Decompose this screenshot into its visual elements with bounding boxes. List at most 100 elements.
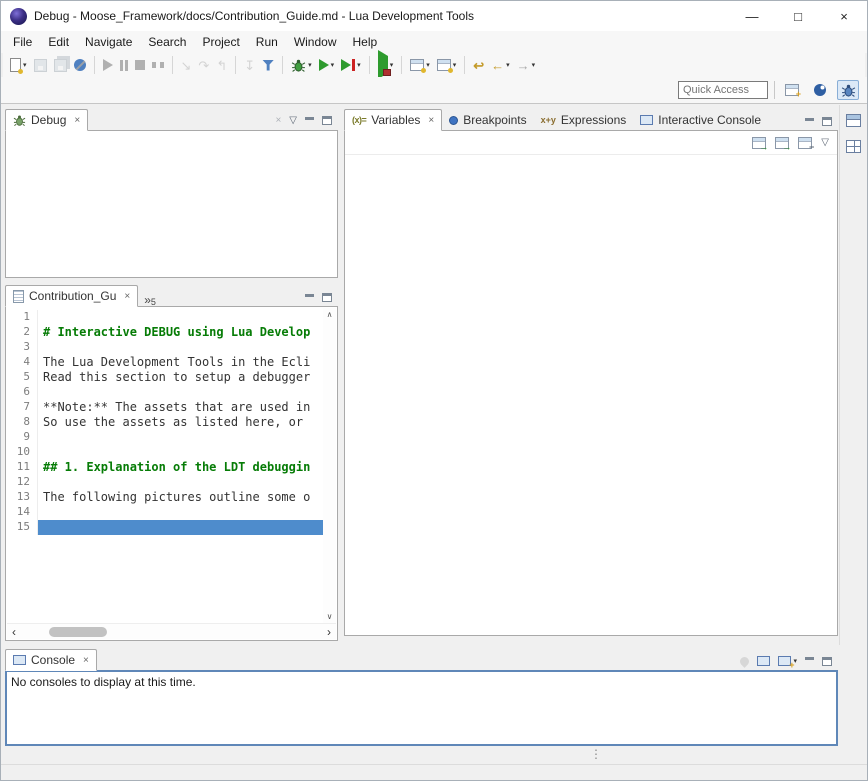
debug-button[interactable]: ▾ [288,54,315,76]
hidden-editors-chevron[interactable]: » 5 [138,290,160,307]
scroll-left-icon[interactable]: ‹ [7,626,21,638]
dropdown-icon[interactable]: ▾ [532,61,536,69]
editor-text-area[interactable]: 1 2# Interactive DEBUG using Lua Develop… [6,308,323,623]
tab-contribution-guide[interactable]: Contribution_Gu × [5,285,138,307]
terminate-button[interactable] [132,54,148,76]
dropdown-icon[interactable]: ▾ [426,61,430,69]
minimize-view-button[interactable] [805,657,814,665]
tab-interactive-console[interactable]: Interactive Console [633,109,768,131]
skip-all-breakpoints-button[interactable] [71,54,89,76]
line-number[interactable]: 1 [6,310,38,325]
code-line[interactable] [38,340,323,355]
resume-button[interactable] [100,54,116,76]
line-number[interactable]: 15 [6,520,38,535]
scroll-up-icon[interactable]: ∧ [327,310,333,319]
maximize-view-button[interactable] [822,117,832,126]
remove-all-terminated-button[interactable]: × [275,115,281,126]
menu-window[interactable]: Window [286,33,345,51]
close-icon[interactable]: × [83,655,89,666]
show-detail-pane-button[interactable]: → [775,137,789,149]
minimize-view-button[interactable] [305,117,314,125]
pin-console-button[interactable] [740,657,749,666]
step-into-button[interactable]: ↘ [178,54,195,76]
code-line[interactable] [38,385,323,400]
window-minimize-button[interactable]: — [729,1,775,31]
dropdown-icon[interactable]: ▾ [390,61,394,69]
scroll-right-icon[interactable]: › [322,626,336,638]
code-line[interactable] [38,505,323,520]
open-wizard-button[interactable]: ▾ [434,54,460,76]
save-button[interactable] [31,54,50,76]
close-icon[interactable]: × [124,291,130,302]
code-line-selected[interactable] [38,520,323,535]
view-menu-button[interactable]: ▽ [289,115,297,126]
line-number[interactable]: 9 [6,430,38,445]
save-all-button[interactable] [51,54,70,76]
menu-search[interactable]: Search [140,33,194,51]
menu-navigate[interactable]: Navigate [77,33,140,51]
tab-expressions[interactable]: x+y Expressions [534,109,634,131]
line-number[interactable]: 6 [6,385,38,400]
code-line[interactable]: So use the assets as listed here, or [38,415,323,430]
line-number[interactable]: 3 [6,340,38,355]
code-line[interactable]: The following pictures outline some o [38,490,323,505]
dropdown-icon[interactable]: ▾ [357,61,361,69]
show-logical-structure-button[interactable]: → [752,137,766,149]
dropdown-icon[interactable]: ▾ [453,61,457,69]
open-perspective-button[interactable]: + [781,80,803,100]
use-step-filters-button[interactable] [259,54,277,76]
view-menu-button[interactable]: ▽ [821,137,829,148]
app-icon[interactable] [10,8,27,25]
editor-vertical-scrollbar[interactable]: ∧ ∨ [323,308,336,623]
close-icon[interactable]: × [74,115,80,126]
menu-file[interactable]: File [5,33,40,51]
line-number[interactable]: 12 [6,475,38,490]
external-tools-button[interactable]: ▾ [375,54,397,76]
line-number[interactable]: 5 [6,370,38,385]
code-line[interactable]: The Lua Development Tools in the Ecli [38,355,323,370]
run-button[interactable]: ▾ [316,54,338,76]
quick-access-input[interactable] [678,81,768,99]
tab-variables[interactable]: (x)= Variables × [344,109,442,131]
line-number[interactable]: 7 [6,400,38,415]
menu-edit[interactable]: Edit [40,33,77,51]
suspend-button[interactable] [117,54,131,76]
code-line[interactable]: ## 1. Explanation of the LDT debuggin [38,460,323,475]
tab-breakpoints[interactable]: Breakpoints [442,109,533,131]
menu-project[interactable]: Project [194,33,247,51]
scrollbar-track[interactable] [21,626,322,638]
new-button[interactable]: ▾ [7,54,30,76]
coverage-button[interactable]: ▾ [338,54,364,76]
collapse-all-button[interactable]: − [798,137,812,149]
menu-help[interactable]: Help [345,33,386,51]
scrollbar-thumb[interactable] [49,627,107,637]
scroll-down-icon[interactable]: ∨ [327,612,333,621]
dropdown-icon[interactable]: ▾ [23,61,27,69]
restore-view-stack-button[interactable] [843,135,865,157]
line-number[interactable]: 8 [6,415,38,430]
restore-editor-area-button[interactable] [843,109,865,131]
step-return-button[interactable]: ↰ [213,54,230,76]
code-line[interactable] [38,430,323,445]
disconnect-button[interactable] [149,54,167,76]
line-number[interactable]: 2 [6,325,38,340]
line-number[interactable]: 14 [6,505,38,520]
line-number[interactable]: 11 [6,460,38,475]
step-over-button[interactable]: ↷ [195,54,212,76]
tab-console[interactable]: Console × [5,649,97,671]
code-line[interactable] [38,475,323,490]
dropdown-icon[interactable]: ▾ [331,61,335,69]
line-number[interactable]: 4 [6,355,38,370]
code-line[interactable]: Read this section to setup a debugger [38,370,323,385]
code-line[interactable]: # Interactive DEBUG using Lua Develop [38,325,323,340]
maximize-view-button[interactable] [822,657,832,666]
maximize-view-button[interactable] [322,116,332,125]
editor-horizontal-scrollbar[interactable]: ‹ › [7,623,336,639]
close-icon[interactable]: × [428,115,434,126]
code-line[interactable]: **Note:** The assets that are used in [38,400,323,415]
display-selected-console-button[interactable] [757,656,770,666]
dropdown-icon[interactable]: ▾ [506,61,510,69]
forward-button[interactable]: → ▾ [514,54,539,76]
minimize-view-button[interactable] [805,118,814,126]
trim-drag-handle[interactable]: ⋮ [590,748,602,760]
